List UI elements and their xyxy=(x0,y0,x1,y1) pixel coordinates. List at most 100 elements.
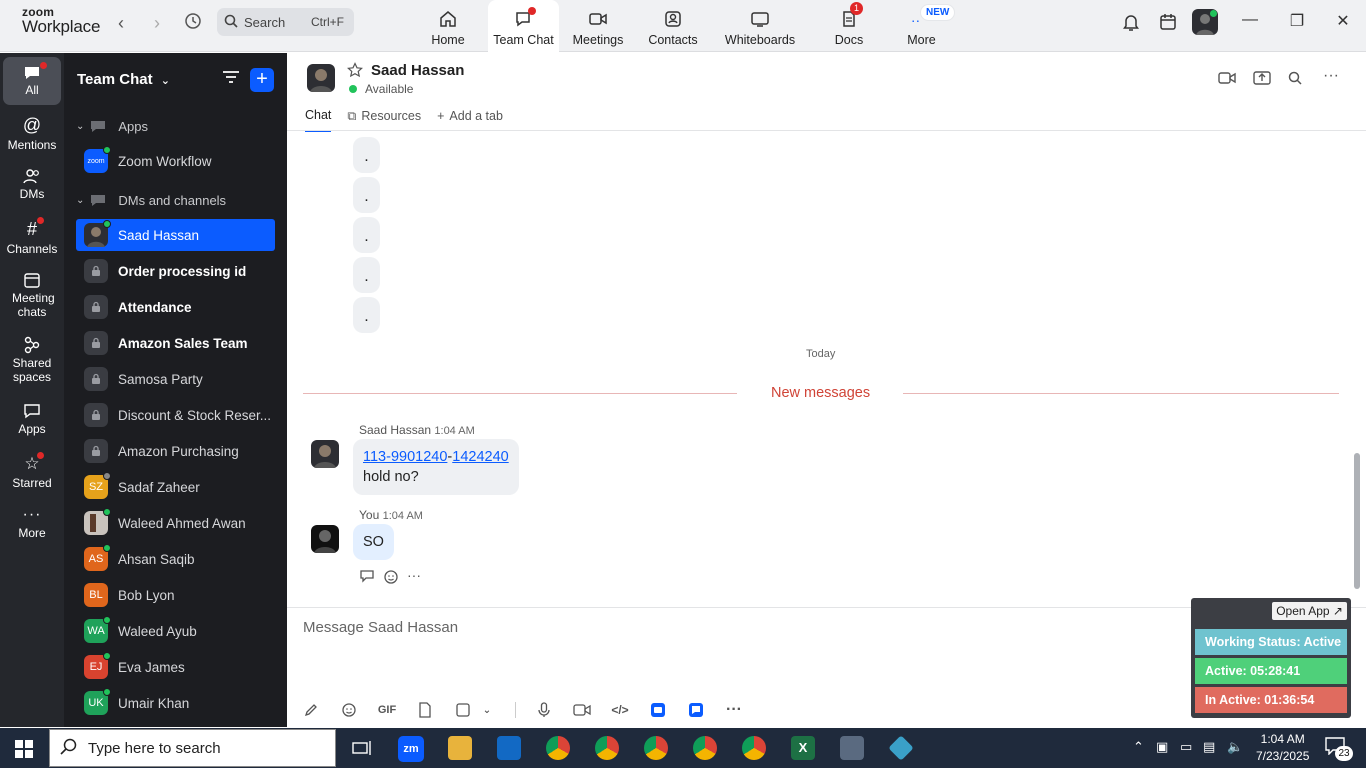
sender-avatar[interactable] xyxy=(311,440,339,468)
contact-avatar[interactable] xyxy=(307,64,335,92)
notification-center-icon[interactable]: 23 xyxy=(1325,737,1353,761)
app-chat-icon[interactable] xyxy=(686,700,706,720)
chrome-icon[interactable] xyxy=(742,736,766,760)
rail-all[interactable]: All xyxy=(3,57,61,105)
chevron-down-icon[interactable]: ⌄ xyxy=(477,700,497,720)
sidebar-item-saad-hassan[interactable]: Saad Hassan xyxy=(76,219,275,251)
rail-meeting-chats[interactable]: Meeting chats xyxy=(0,271,64,320)
chrome-icon[interactable] xyxy=(693,736,717,760)
windows-start-icon[interactable] xyxy=(15,740,33,761)
sidebar-item-order-processing[interactable]: Order processing id xyxy=(76,255,275,287)
emoji-icon[interactable] xyxy=(339,700,359,720)
tab-resources[interactable]: ⧉ Resources xyxy=(347,108,421,132)
rail-apps[interactable]: Apps xyxy=(0,402,64,437)
network-icon[interactable]: ▤ xyxy=(1203,739,1215,755)
tab-add-tab[interactable]: + Add a tab xyxy=(437,108,503,132)
tab-home[interactable]: Home xyxy=(418,0,478,52)
format-icon[interactable] xyxy=(301,700,321,720)
message-bubble[interactable]: 113-9901240-1424240 hold no? xyxy=(353,439,519,495)
rail-mentions[interactable]: @ Mentions xyxy=(0,115,64,152)
back-arrow-icon[interactable]: ‹ xyxy=(110,12,132,34)
sidebar-item-amazon-purchasing[interactable]: Amazon Purchasing xyxy=(76,435,275,467)
video-message-icon[interactable] xyxy=(572,700,592,720)
section-dms-channels[interactable]: ⌄ DMs and channels xyxy=(76,193,226,208)
tab-team-chat[interactable]: Team Chat xyxy=(488,0,559,52)
share-screen-icon[interactable] xyxy=(1253,71,1271,88)
message-bubble[interactable]: . xyxy=(353,177,380,213)
task-view-icon[interactable] xyxy=(350,736,374,760)
minimize-icon[interactable]: — xyxy=(1238,11,1262,29)
close-icon[interactable]: ✕ xyxy=(1331,11,1355,31)
phone-link[interactable]: 113-9901240 xyxy=(363,449,447,465)
battery-icon[interactable]: ▭ xyxy=(1180,739,1192,755)
more-tools-icon[interactable]: ··· xyxy=(724,700,744,720)
video-call-icon[interactable] xyxy=(1218,71,1236,88)
sidebar-item-waleed-ayub[interactable]: WA Waleed Ayub xyxy=(76,615,275,647)
code-snippet-icon[interactable]: </> xyxy=(610,700,630,720)
app-blue-icon[interactable] xyxy=(648,700,668,720)
calculator-icon[interactable] xyxy=(840,736,864,760)
chat-scrollbar[interactable] xyxy=(1353,135,1361,607)
more-actions-icon[interactable]: ··· xyxy=(407,568,421,588)
rail-dms[interactable]: DMs xyxy=(0,167,64,202)
message-bubble[interactable]: SO xyxy=(353,524,394,560)
message-bubble[interactable]: . xyxy=(353,137,380,173)
history-icon[interactable] xyxy=(182,12,204,34)
restore-icon[interactable]: ❐ xyxy=(1285,11,1309,31)
file-explorer-icon[interactable] xyxy=(448,736,472,760)
rail-more[interactable]: ··· More xyxy=(0,506,64,541)
message-bubble[interactable]: . xyxy=(353,217,380,253)
sidebar-item-eva-james[interactable]: EJ Eva James xyxy=(76,651,275,683)
taskbar-clock[interactable]: 1:04 AM 7/23/2025 xyxy=(1256,731,1309,765)
tab-meetings[interactable]: Meetings xyxy=(567,0,629,52)
zoom-taskbar-icon[interactable]: zm xyxy=(398,736,424,762)
open-app-button[interactable]: Open App ↗ xyxy=(1272,602,1347,620)
app-diamond-icon[interactable] xyxy=(888,735,914,761)
sidebar-item-ahsan-saqib[interactable]: AS Ahsan Saqib xyxy=(76,543,275,575)
message-bubble[interactable]: . xyxy=(353,297,380,333)
microphone-icon[interactable] xyxy=(534,700,554,720)
tab-docs[interactable]: 1 Docs xyxy=(822,0,876,52)
chevron-up-icon[interactable]: ⌃ xyxy=(1133,739,1144,755)
chrome-icon[interactable] xyxy=(546,736,570,760)
forward-arrow-icon[interactable]: › xyxy=(146,12,168,34)
volume-icon[interactable]: 🔈 xyxy=(1227,739,1243,755)
scrollbar-thumb[interactable] xyxy=(1354,453,1360,589)
sidebar-item-sadaf-zaheer[interactable]: SZ Sadaf Zaheer xyxy=(76,471,275,503)
contact-name[interactable]: Saad Hassan xyxy=(371,62,464,79)
rail-shared-spaces[interactable]: Shared spaces xyxy=(0,336,64,385)
rail-starred[interactable]: ☆ Starred xyxy=(0,452,64,490)
calendar-icon[interactable] xyxy=(1159,12,1177,35)
tab-more[interactable]: ·· NEW More xyxy=(894,0,956,52)
rail-channels[interactable]: # Channels xyxy=(0,217,64,256)
message-bubble[interactable]: . xyxy=(353,257,380,293)
gif-button[interactable]: GIF xyxy=(377,700,397,720)
outlook-icon[interactable] xyxy=(497,736,521,760)
sidebar-item-zoom-workflow[interactable]: zoom Zoom Workflow xyxy=(76,145,275,177)
sidebar-item-attendance[interactable]: Attendance xyxy=(76,291,275,323)
phone-link[interactable]: 1424240 xyxy=(452,449,508,465)
reply-icon[interactable] xyxy=(359,569,375,588)
profile-avatar[interactable] xyxy=(1192,9,1218,35)
file-icon[interactable] xyxy=(415,700,435,720)
search-box[interactable]: Search Ctrl+F xyxy=(217,8,354,36)
chrome-icon[interactable] xyxy=(595,736,619,760)
tab-contacts[interactable]: Contacts xyxy=(643,0,703,52)
chrome-icon[interactable] xyxy=(644,736,668,760)
sidebar-title[interactable]: Team Chat ⌄ xyxy=(77,71,170,88)
star-icon[interactable] xyxy=(347,62,363,81)
new-chat-button[interactable]: + xyxy=(250,68,274,92)
search-icon[interactable] xyxy=(1288,71,1302,88)
sidebar-item-amazon-sales[interactable]: Amazon Sales Team xyxy=(76,327,275,359)
tab-chat[interactable]: Chat xyxy=(305,108,332,132)
bell-icon[interactable] xyxy=(1122,12,1140,35)
tray-app-icon[interactable]: ▣ xyxy=(1156,739,1168,755)
my-avatar[interactable] xyxy=(311,525,339,553)
taskbar-search[interactable]: Type here to search xyxy=(49,729,336,767)
sidebar-item-discount-stock[interactable]: Discount & Stock Reser... xyxy=(76,399,275,431)
more-options-icon[interactable]: ··· xyxy=(1323,67,1339,85)
tab-whiteboards[interactable]: Whiteboards xyxy=(722,0,798,52)
sidebar-item-samosa-party[interactable]: Samosa Party xyxy=(76,363,275,395)
filter-icon[interactable] xyxy=(222,70,240,87)
section-apps[interactable]: ⌄ Apps xyxy=(76,119,148,134)
